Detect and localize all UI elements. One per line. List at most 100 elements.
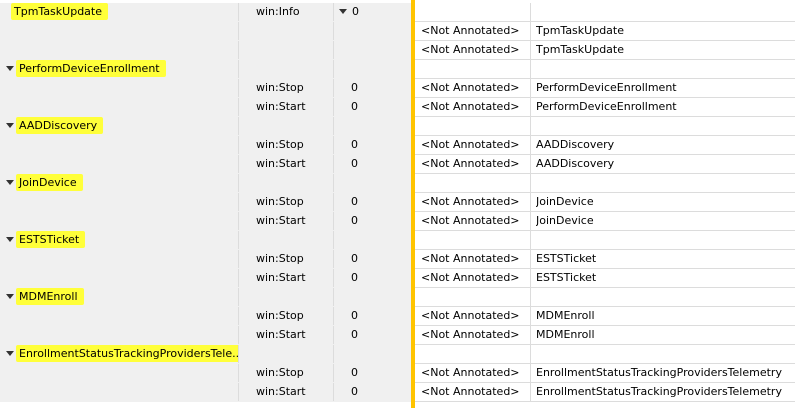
opcode-cell: win:Stop — [256, 252, 304, 265]
annotation-cell: <Not Annotated> — [421, 157, 520, 170]
column-divider — [333, 231, 334, 249]
expand-triangle-icon[interactable] — [6, 237, 14, 242]
column-divider — [530, 383, 531, 401]
column-divider — [333, 288, 334, 306]
column-divider — [333, 383, 334, 401]
column-divider — [333, 155, 334, 173]
event-row[interactable]: win:Start 0 <Not Annotated> ESTSTicket — [0, 269, 795, 288]
annotation-cell: <Not Annotated> — [421, 214, 520, 227]
column-divider — [530, 269, 531, 287]
group-name-cell[interactable]: JoinDevice — [6, 174, 238, 192]
group-row[interactable]: MDMEnroll — [0, 288, 795, 307]
row-background — [0, 212, 411, 231]
annotation-cell: <Not Annotated> — [421, 328, 520, 341]
event-row[interactable]: win:Start 0 <Not Annotated> AADDiscovery — [0, 155, 795, 174]
group-name-cell[interactable]: MDMEnroll — [6, 288, 238, 306]
annotation-cell: <Not Annotated> — [421, 195, 520, 208]
column-divider — [238, 383, 239, 401]
group-name-cell[interactable]: EnrollmentStatusTrackingProvidersTele... — [6, 345, 238, 363]
row-background — [0, 79, 411, 98]
group-row[interactable]: EnrollmentStatusTrackingProvidersTele... — [0, 345, 795, 364]
count-value: 0 — [352, 5, 359, 18]
group-row[interactable]: JoinDevice — [0, 174, 795, 193]
event-name-cell: JoinDevice — [536, 214, 594, 227]
column-divider — [530, 155, 531, 173]
event-row[interactable]: win:Stop 0 <Not Annotated> PerformDeviceEnr… — [0, 79, 795, 98]
opcode-cell: win:Start — [256, 271, 306, 284]
group-row[interactable]: ESTSTicket — [0, 231, 795, 250]
expand-triangle-icon[interactable] — [339, 9, 347, 14]
opcode-cell: win:Start — [256, 157, 306, 170]
event-name-cell: JoinDevice — [536, 195, 594, 208]
event-row[interactable]: win:Stop 0 <Not Annotated> ESTSTicket — [0, 250, 795, 269]
group-name-cell[interactable]: ESTSTicket — [6, 231, 238, 249]
event-row[interactable]: win:Stop 0 <Not Annotated> MDMEnroll — [0, 307, 795, 326]
event-row[interactable]: win:Stop 0 <Not Annotated> AADDiscovery — [0, 136, 795, 155]
row-background — [0, 250, 411, 269]
expand-triangle-icon[interactable] — [6, 123, 14, 128]
expand-triangle-icon[interactable] — [6, 351, 14, 356]
event-row[interactable]: <Not Annotated> TpmTaskUpdate — [0, 22, 795, 41]
group-row[interactable]: AADDiscovery — [0, 117, 795, 136]
event-row[interactable]: win:Start 0 <Not Annotated> JoinDevice — [0, 212, 795, 231]
annotation-cell: <Not Annotated> — [421, 138, 520, 151]
event-name-cell: AADDiscovery — [536, 138, 615, 151]
row-background — [0, 193, 411, 212]
row-background — [0, 307, 411, 326]
row-background — [0, 155, 411, 174]
count-cell: 0 — [351, 252, 358, 265]
column-divider — [238, 345, 239, 363]
count-cell: 0 — [351, 309, 358, 322]
count-cell: 0 — [351, 385, 358, 398]
count-cell: 0 — [339, 3, 409, 21]
column-divider — [238, 364, 239, 382]
count-cell: 0 — [351, 100, 358, 113]
column-divider — [530, 174, 531, 192]
annotation-cell: <Not Annotated> — [421, 271, 520, 284]
expand-triangle-icon[interactable] — [6, 294, 14, 299]
expand-triangle-icon[interactable] — [6, 180, 14, 185]
column-divider — [238, 79, 239, 97]
expand-triangle-icon[interactable] — [6, 66, 14, 71]
column-divider — [530, 212, 531, 230]
event-row[interactable]: win:Start 0 <Not Annotated> EnrollmentStatu… — [0, 383, 795, 402]
event-row[interactable]: win:Stop 0 <Not Annotated> EnrollmentStatus… — [0, 364, 795, 383]
group-name: JoinDevice — [16, 174, 83, 191]
group-name: MDMEnroll — [16, 288, 84, 305]
column-divider — [238, 193, 239, 211]
group-name-cell[interactable]: TpmTaskUpdate — [11, 3, 243, 21]
group-name: AADDiscovery — [16, 117, 104, 134]
column-divider — [530, 3, 531, 21]
group-name: PerformDeviceEnrollment — [16, 60, 166, 77]
column-divider — [238, 250, 239, 268]
group-row[interactable]: PerformDeviceEnrollment — [0, 60, 795, 79]
group-row[interactable]: TpmTaskUpdate win:Info 0 — [0, 3, 795, 22]
event-row[interactable]: win:Start 0 <Not Annotated> MDMEnroll — [0, 326, 795, 345]
column-divider — [333, 364, 334, 382]
annotation-cell: <Not Annotated> — [421, 100, 520, 113]
event-name-cell: PerformDeviceEnrollment — [536, 81, 677, 94]
column-divider — [530, 22, 531, 40]
event-row[interactable]: win:Stop 0 <Not Annotated> JoinDevice — [0, 193, 795, 212]
row-background — [0, 41, 411, 60]
event-row[interactable]: <Not Annotated> TpmTaskUpdate — [0, 41, 795, 60]
column-divider — [530, 307, 531, 325]
event-name-cell: TpmTaskUpdate — [536, 24, 624, 37]
opcode-cell: win:Start — [256, 385, 306, 398]
column-divider — [530, 231, 531, 249]
column-divider — [530, 250, 531, 268]
column-divider — [530, 288, 531, 306]
event-name-cell: EnrollmentStatusTrackingProvidersTelemet… — [536, 366, 782, 379]
event-name-cell: PerformDeviceEnrollment — [536, 100, 677, 113]
column-divider — [238, 269, 239, 287]
group-name-cell[interactable]: PerformDeviceEnrollment — [6, 60, 238, 78]
column-divider — [238, 288, 239, 306]
opcode-cell: win:Stop — [256, 81, 304, 94]
event-grid: TpmTaskUpdate win:Info 0 <Not Annotated> Tpm… — [0, 0, 795, 408]
row-background — [0, 383, 411, 402]
event-row[interactable]: win:Start 0 <Not Annotated> PerformDeviceEn… — [0, 98, 795, 117]
count-cell: 0 — [351, 271, 358, 284]
event-name-cell: ESTSTicket — [536, 271, 597, 284]
count-cell: 0 — [351, 366, 358, 379]
group-name-cell[interactable]: AADDiscovery — [6, 117, 238, 135]
